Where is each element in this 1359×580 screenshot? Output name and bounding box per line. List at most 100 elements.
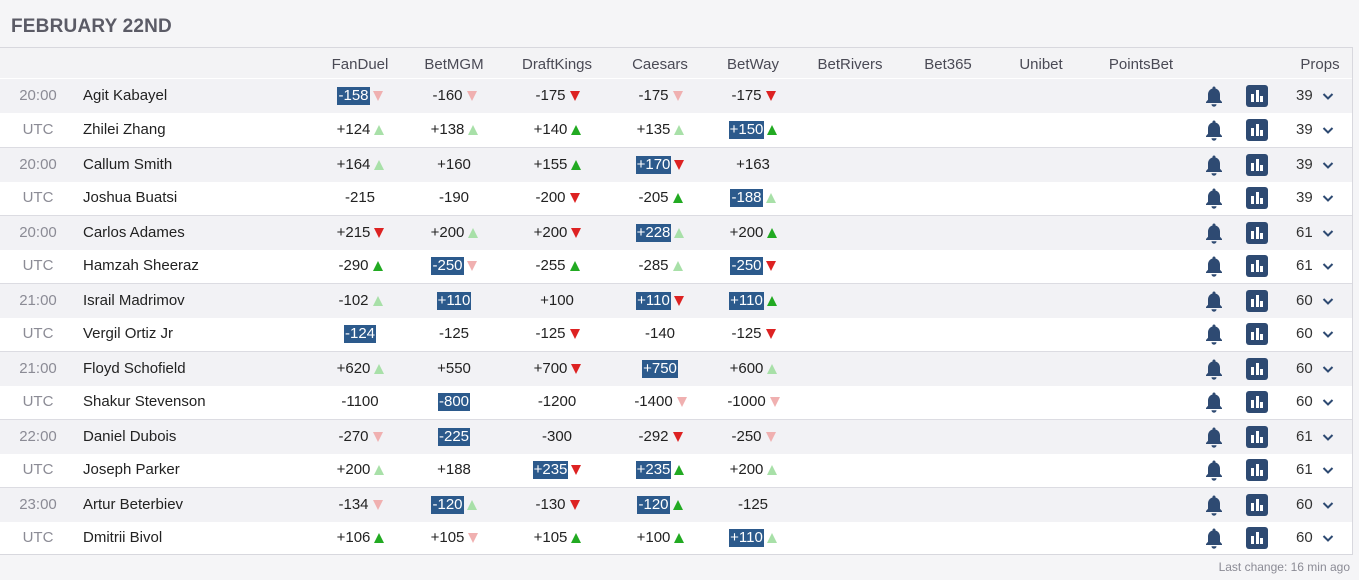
chevron-down-icon[interactable] — [1322, 362, 1334, 374]
odds-cell-draftkings[interactable]: -1200 — [512, 392, 602, 412]
odds-cell-betmgm[interactable]: -250 — [409, 256, 499, 276]
odds-cell-betmgm[interactable]: +110 — [409, 291, 499, 311]
fighter-name[interactable]: Hamzah Sheeraz — [83, 257, 199, 274]
odds-cell-betmgm[interactable]: +138 — [409, 120, 499, 140]
chart-icon[interactable] — [1246, 222, 1268, 244]
column-header-props[interactable]: Props — [1290, 56, 1350, 73]
odds-cell-betmgm[interactable]: +188 — [409, 460, 499, 480]
props-count[interactable]: 39 — [1296, 87, 1313, 104]
fighter-name[interactable]: Carlos Adames — [83, 224, 185, 241]
odds-cell-draftkings[interactable]: -300 — [512, 427, 602, 447]
table-row[interactable]: UTC Vergil Ortiz Jr -124 -125 -125 -140 -125 60 — [0, 317, 1352, 351]
odds-cell-caesars[interactable]: -285 — [615, 256, 705, 276]
props-count[interactable]: 61 — [1296, 461, 1313, 478]
column-header-caesars[interactable]: Caesars — [610, 56, 710, 73]
odds-cell-caesars[interactable]: -1400 — [615, 392, 705, 412]
odds-cell-fanduel[interactable]: +620 — [315, 359, 405, 379]
odds-cell-fanduel[interactable]: -1100 — [315, 392, 405, 412]
odds-cell-betway[interactable]: +600 — [708, 359, 798, 379]
chart-icon[interactable] — [1246, 527, 1268, 549]
odds-cell-fanduel[interactable]: +124 — [315, 120, 405, 140]
odds-cell-fanduel[interactable]: -158 — [315, 86, 405, 106]
odds-cell-draftkings[interactable]: +700 — [512, 359, 602, 379]
props-count[interactable]: 60 — [1296, 393, 1313, 410]
odds-cell-betway[interactable]: -188 — [708, 188, 798, 208]
table-row[interactable]: UTC Joseph Parker +200 +188 +235 +235 +200 61 — [0, 453, 1352, 487]
odds-cell-caesars[interactable]: +750 — [615, 359, 705, 379]
odds-cell-betmgm[interactable]: -120 — [409, 495, 499, 515]
chart-icon[interactable] — [1246, 494, 1268, 516]
bell-icon[interactable] — [1204, 255, 1224, 277]
chart-icon[interactable] — [1246, 255, 1268, 277]
odds-cell-fanduel[interactable]: +164 — [315, 155, 405, 175]
odds-cell-fanduel[interactable]: +106 — [315, 528, 405, 548]
column-header-fanduel[interactable]: FanDuel — [310, 56, 410, 73]
odds-cell-caesars[interactable]: +235 — [615, 460, 705, 480]
odds-cell-draftkings[interactable]: -125 — [512, 324, 602, 344]
props-count[interactable]: 60 — [1296, 496, 1313, 513]
odds-cell-betway[interactable]: +200 — [708, 223, 798, 243]
table-row[interactable]: 21:00 Floyd Schofield +620 +550 +700 +750 +600… — [0, 351, 1352, 386]
table-row[interactable]: UTC Shakur Stevenson -1100 -800 -1200 -1400 -1… — [0, 385, 1352, 419]
fighter-name[interactable]: Joshua Buatsi — [83, 189, 177, 206]
chevron-down-icon[interactable] — [1322, 463, 1334, 475]
table-row[interactable]: 22:00 Daniel Dubois -270 -225 -300 -292 -250 61 — [0, 419, 1352, 454]
odds-cell-fanduel[interactable]: -134 — [315, 495, 405, 515]
props-count[interactable]: 61 — [1296, 224, 1313, 241]
props-count[interactable]: 39 — [1296, 121, 1313, 138]
column-header-pointsbet[interactable]: PointsBet — [1091, 56, 1191, 73]
chevron-down-icon[interactable] — [1322, 430, 1334, 442]
chevron-down-icon[interactable] — [1322, 191, 1334, 203]
odds-cell-draftkings[interactable]: +235 — [512, 460, 602, 480]
odds-cell-betmgm[interactable]: +105 — [409, 528, 499, 548]
chart-icon[interactable] — [1246, 459, 1268, 481]
column-header-betmgm[interactable]: BetMGM — [404, 56, 504, 73]
column-header-betrivers[interactable]: BetRivers — [800, 56, 900, 73]
fighter-name[interactable]: Joseph Parker — [83, 461, 180, 478]
odds-cell-fanduel[interactable]: +215 — [315, 223, 405, 243]
chevron-down-icon[interactable] — [1322, 89, 1334, 101]
odds-cell-fanduel[interactable]: +200 — [315, 460, 405, 480]
chart-icon[interactable] — [1246, 391, 1268, 413]
chart-icon[interactable] — [1246, 187, 1268, 209]
odds-cell-betmgm[interactable]: -190 — [409, 188, 499, 208]
odds-cell-betway[interactable]: +110 — [708, 528, 798, 548]
props-count[interactable]: 60 — [1296, 325, 1313, 342]
odds-cell-betway[interactable]: +150 — [708, 120, 798, 140]
props-count[interactable]: 60 — [1296, 529, 1313, 546]
odds-cell-draftkings[interactable]: +200 — [512, 223, 602, 243]
chart-icon[interactable] — [1246, 426, 1268, 448]
column-header-betway[interactable]: BetWay — [703, 56, 803, 73]
odds-cell-betway[interactable]: -250 — [708, 427, 798, 447]
odds-cell-betmgm[interactable]: -800 — [409, 392, 499, 412]
chevron-down-icon[interactable] — [1322, 395, 1334, 407]
table-row[interactable]: UTC Hamzah Sheeraz -290 -250 -255 -285 -250 61 — [0, 249, 1352, 283]
bell-icon[interactable] — [1204, 323, 1224, 345]
table-row[interactable]: UTC Joshua Buatsi -215 -190 -200 -205 -188 39 — [0, 181, 1352, 215]
odds-cell-caesars[interactable]: -120 — [615, 495, 705, 515]
bell-icon[interactable] — [1204, 222, 1224, 244]
fighter-name[interactable]: Vergil Ortiz Jr — [83, 325, 173, 342]
chevron-down-icon[interactable] — [1322, 158, 1334, 170]
table-row[interactable]: UTC Dmitrii Bivol +106 +105 +105 +100 +110 60 — [0, 521, 1352, 555]
odds-cell-betway[interactable]: -175 — [708, 86, 798, 106]
chevron-down-icon[interactable] — [1322, 259, 1334, 271]
odds-cell-fanduel[interactable]: -124 — [315, 324, 405, 344]
chart-icon[interactable] — [1246, 85, 1268, 107]
table-row[interactable]: 20:00 Agit Kabayel -158 -160 -175 -175 -175 39 — [0, 79, 1352, 113]
fighter-name[interactable]: Dmitrii Bivol — [83, 529, 162, 546]
chevron-down-icon[interactable] — [1322, 294, 1334, 306]
chart-icon[interactable] — [1246, 358, 1268, 380]
odds-cell-fanduel[interactable]: -270 — [315, 427, 405, 447]
chevron-down-icon[interactable] — [1322, 498, 1334, 510]
bell-icon[interactable] — [1204, 527, 1224, 549]
table-row[interactable]: UTC Zhilei Zhang +124 +138 +140 +135 +150 39 — [0, 113, 1352, 147]
odds-cell-caesars[interactable]: -292 — [615, 427, 705, 447]
fighter-name[interactable]: Floyd Schofield — [83, 360, 186, 377]
props-count[interactable]: 39 — [1296, 156, 1313, 173]
bell-icon[interactable] — [1204, 426, 1224, 448]
odds-cell-betmgm[interactable]: -160 — [409, 86, 499, 106]
odds-cell-betway[interactable]: -125 — [708, 324, 798, 344]
chart-icon[interactable] — [1246, 290, 1268, 312]
table-row[interactable]: 23:00 Artur Beterbiev -134 -120 -130 -120 -125… — [0, 487, 1352, 522]
